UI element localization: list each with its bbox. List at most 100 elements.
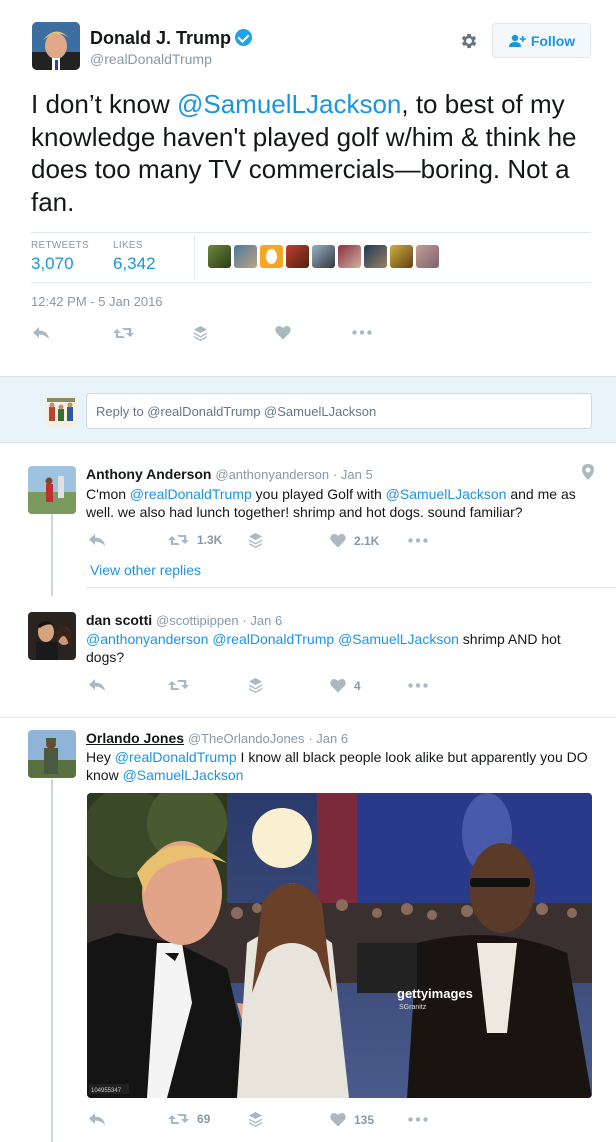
divider: [31, 232, 591, 233]
author-handle[interactable]: @realDonaldTrump: [90, 51, 212, 67]
mention-link[interactable]: @realDonaldTrump: [130, 486, 252, 502]
retweet-button[interactable]: [168, 678, 189, 692]
reply-header: dan scotti @scottipippen · Jan 6: [86, 612, 282, 628]
reply-date[interactable]: · Jan 6: [308, 731, 348, 746]
reply-button[interactable]: [88, 677, 106, 693]
reply-icon: [33, 327, 49, 339]
reply-input[interactable]: Reply to @realDonaldTrump @SamuelLJackso…: [86, 393, 592, 429]
liker-avatar[interactable]: [234, 245, 257, 268]
more-icon: [408, 683, 428, 688]
reply-date[interactable]: · Jan 5: [333, 467, 373, 482]
reply-button[interactable]: [88, 532, 106, 548]
reply-author-handle[interactable]: @TheOrlandoJones: [188, 731, 305, 746]
reply-author-name[interactable]: Anthony Anderson: [86, 466, 211, 482]
photo-id: 104955347: [91, 1088, 122, 1094]
reply-avatar[interactable]: [28, 612, 76, 660]
author-name[interactable]: Donald J. Trump: [90, 28, 253, 49]
stack-icon: [194, 326, 207, 341]
reply-icon: [89, 1113, 105, 1125]
attached-photo[interactable]: gettyimages SGranitz 104955347: [87, 793, 592, 1098]
likes-count[interactable]: 6,342: [113, 254, 156, 274]
heart-icon: [275, 325, 291, 340]
more-icon: [352, 330, 372, 335]
more-button[interactable]: [352, 330, 372, 335]
divider: [194, 235, 195, 279]
reply-date[interactable]: · Jan 6: [242, 613, 282, 628]
gear-icon[interactable]: [459, 31, 479, 51]
stack-button[interactable]: [248, 1111, 263, 1127]
photo-credit: SGranitz: [399, 1004, 427, 1011]
reply-text: C'mon @realDonaldTrump you played Golf w…: [86, 485, 592, 521]
reply-text-part: C'mon: [86, 486, 130, 502]
like-button[interactable]: 4: [330, 678, 361, 693]
stack-button[interactable]: [248, 677, 263, 693]
like-button[interactable]: 2.1K: [330, 533, 379, 548]
thread-line: [51, 512, 53, 596]
tweet-text-start: I don’t know: [31, 89, 177, 119]
reply-avatar[interactable]: [28, 466, 76, 514]
liker-avatar[interactable]: [208, 245, 231, 268]
like-button[interactable]: 135: [330, 1112, 374, 1127]
like-count: 2.1K: [354, 533, 380, 548]
mention-link[interactable]: @realDonaldTrump: [115, 749, 237, 765]
liker-avatar[interactable]: [338, 245, 361, 268]
like-count: 135: [354, 1112, 375, 1127]
liker-avatar[interactable]: [364, 245, 387, 268]
follow-label: Follow: [530, 32, 576, 49]
liker-avatar[interactable]: [390, 245, 413, 268]
more-icon: [408, 1117, 428, 1122]
mention-link[interactable]: @realDonaldTrump: [212, 631, 334, 647]
reply-button[interactable]: [88, 1111, 106, 1127]
stack-button[interactable]: [193, 325, 208, 341]
more-button[interactable]: [408, 538, 428, 543]
reply-placeholder: Reply to @realDonaldTrump @SamuelLJackso…: [96, 403, 377, 419]
mention-link[interactable]: @SamuelLJackson: [338, 631, 459, 647]
heart-icon: [330, 533, 346, 548]
author-name-text[interactable]: Donald J. Trump: [90, 28, 231, 48]
reply-avatar[interactable]: [28, 730, 76, 778]
more-button[interactable]: [408, 1117, 428, 1122]
more-icon: [408, 538, 428, 543]
retweet-icon: [168, 535, 189, 545]
reply-author-handle[interactable]: @anthonyanderson: [215, 467, 329, 482]
liker-avatar[interactable]: [260, 245, 283, 268]
author-avatar[interactable]: [32, 22, 80, 70]
view-other-replies-link[interactable]: View other replies: [90, 562, 201, 578]
location-icon[interactable]: [582, 464, 594, 480]
add-user-icon: [508, 34, 526, 47]
reply-icon: [89, 679, 105, 691]
liker-avatar[interactable]: [286, 245, 309, 268]
more-button[interactable]: [408, 683, 428, 688]
mention-link[interactable]: @SamuelLJackson: [177, 89, 401, 119]
reply-author-name[interactable]: Orlando Jones: [86, 730, 184, 746]
like-button[interactable]: [275, 325, 291, 340]
mention-link[interactable]: @SamuelLJackson: [123, 767, 244, 783]
tweet-text: I don’t know @SamuelLJackson, to best of…: [31, 88, 591, 218]
mention-link[interactable]: @SamuelLJackson: [386, 486, 507, 502]
verified-icon: [235, 29, 253, 46]
reply-button[interactable]: [32, 325, 50, 341]
reply-text: @anthonyanderson @realDonaldTrump @Samue…: [86, 630, 592, 666]
conversation-thread: Anthony Anderson @anthonyanderson · Jan …: [0, 443, 616, 717]
liker-avatar[interactable]: [312, 245, 335, 268]
divider: [31, 282, 591, 283]
retweet-count: 69: [197, 1112, 211, 1126]
likes-label: LIKES: [113, 240, 143, 251]
viewer-avatar: [45, 395, 77, 427]
reply-author-handle[interactable]: @scottipippen: [156, 613, 239, 628]
follow-button[interactable]: Follow: [492, 23, 591, 58]
reply-author-name[interactable]: dan scotti: [86, 612, 152, 628]
tweet-timestamp[interactable]: 12:42 PM - 5 Jan 2016: [31, 294, 163, 309]
stack-button[interactable]: [248, 532, 263, 548]
like-count: 4: [354, 678, 361, 693]
retweet-button[interactable]: 1.3K: [168, 533, 222, 547]
retweet-button[interactable]: [113, 326, 134, 340]
photo-watermark: gettyimages: [397, 986, 473, 1001]
thread-line: [51, 779, 53, 1142]
retweets-count[interactable]: 3,070: [31, 254, 74, 274]
reply-header: Orlando Jones @TheOrlandoJones · Jan 6: [86, 730, 348, 746]
mention-link[interactable]: @anthonyanderson: [86, 631, 208, 647]
retweet-button[interactable]: 69: [168, 1112, 210, 1126]
stack-icon: [249, 1112, 262, 1127]
liker-avatar[interactable]: [416, 245, 439, 268]
